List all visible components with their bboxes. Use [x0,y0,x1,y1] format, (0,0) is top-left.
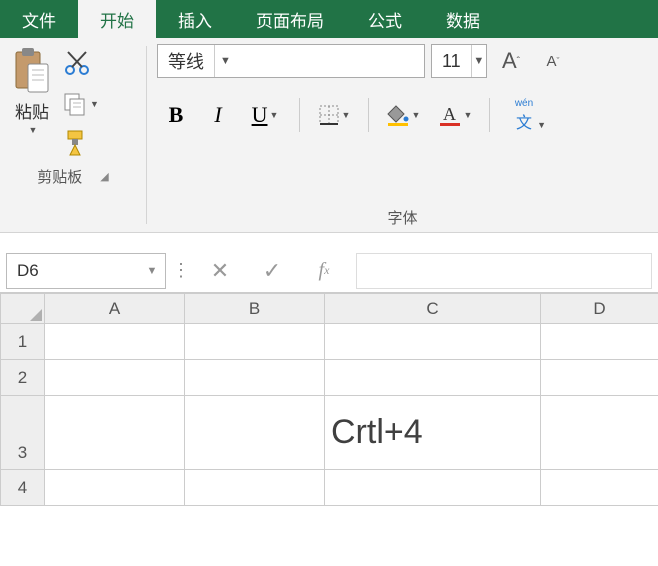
borders-button[interactable]: ▼ [310,96,358,134]
ribbon: 粘贴 ▼ [0,38,658,233]
copy-dropdown-arrow[interactable]: ▼ [90,99,99,109]
group-clipboard: 粘贴 ▼ [0,38,146,232]
paste-dropdown-arrow[interactable]: ▼ [29,125,38,135]
cell-B1[interactable] [185,324,325,360]
confirm-edit-button[interactable]: ✓ [248,253,296,289]
row-header-1[interactable]: 1 [1,324,45,360]
cell-C2[interactable] [325,360,541,396]
bold-icon: B [169,102,184,128]
cell-A2[interactable] [45,360,185,396]
cell-D3[interactable] [541,396,658,470]
italic-icon: I [214,102,221,128]
font-size-combo[interactable]: 11 ▼ [431,44,487,78]
menu-bar: 文件 开始 插入 页面布局 公式 数据 [0,0,658,38]
increase-font-button[interactable]: Aˆ [493,44,529,78]
clipboard-launcher-icon[interactable]: ◢ [100,170,108,183]
col-header-B[interactable]: B [185,294,325,324]
row-header-3[interactable]: 3 [1,396,45,470]
underline-dropdown-arrow[interactable]: ▼ [269,110,278,120]
menu-layout[interactable]: 页面布局 [234,0,346,38]
cell-D4[interactable] [541,470,658,506]
cut-button[interactable] [62,48,99,81]
formula-bar-row: D6 ▼ ⋮ ✕ ✓ fx [0,249,658,293]
cell-B2[interactable] [185,360,325,396]
format-painter-button[interactable] [62,127,99,160]
cell-D1[interactable] [541,324,658,360]
font-family-combo[interactable]: 等线 ▼ [157,44,425,78]
paste-label: 粘贴 [15,98,49,123]
fill-dropdown-arrow[interactable]: ▼ [412,110,421,120]
cell-C3[interactable]: Crtl+4 [325,396,541,470]
phonetic-char: 文 [516,109,532,133]
font-family-arrow[interactable]: ▼ [214,45,236,77]
cell-D2[interactable] [541,360,658,396]
font-color-icon: A [438,103,462,127]
fill-color-button[interactable]: ▼ [379,96,427,134]
cell-B4[interactable] [185,470,325,506]
name-box[interactable]: D6 ▼ [6,253,166,289]
menu-insert[interactable]: 插入 [156,0,234,38]
font-family-value: 等线 [158,48,214,74]
cell-C4[interactable] [325,470,541,506]
menu-file[interactable]: 文件 [0,0,78,38]
decrease-font-button[interactable]: Aˇ [535,44,571,78]
font-color-button[interactable]: A ▼ [431,96,479,134]
fill-color-icon [386,103,410,127]
copy-button[interactable]: ▼ [62,91,99,117]
cell-A3[interactable] [45,396,185,470]
phonetic-pinyin: wén [515,98,533,109]
group-font: 等线 ▼ 11 ▼ Aˆ Aˇ B I U ▼ [147,38,658,232]
col-header-D[interactable]: D [541,294,658,324]
format-painter-icon [62,127,92,157]
cancel-edit-button[interactable]: ✕ [196,253,244,289]
spreadsheet-grid: A B C D 1 2 3 Crtl+4 4 [0,293,658,506]
clipboard-paste-icon [10,44,54,96]
name-box-arrow[interactable]: ▼ [139,265,165,277]
row-header-4[interactable]: 4 [1,470,45,506]
customize-handle[interactable]: ⋮ [170,260,192,281]
borders-dropdown-arrow[interactable]: ▼ [342,110,351,120]
svg-text:A: A [443,104,456,124]
name-box-value: D6 [7,261,139,281]
cell-A4[interactable] [45,470,185,506]
cell-B3[interactable] [185,396,325,470]
underline-button[interactable]: U ▼ [241,96,289,134]
fontcolor-dropdown-arrow[interactable]: ▼ [464,110,473,120]
phonetic-dropdown-arrow[interactable]: ▼ [537,120,546,130]
cell-A1[interactable] [45,324,185,360]
menu-data[interactable]: 数据 [424,0,502,38]
formula-input[interactable] [356,253,652,289]
font-size-value: 11 [432,51,471,72]
clipboard-group-label: 剪贴板 [37,166,82,187]
copy-icon [62,91,88,117]
paste-button[interactable]: 粘贴 ▼ [10,44,54,160]
select-all-corner[interactable] [1,294,45,324]
underline-icon: U [252,102,268,128]
phonetic-button[interactable]: wén 文 ▼ [500,96,548,134]
bold-button[interactable]: B [157,96,195,134]
col-header-C[interactable]: C [325,294,541,324]
menu-formula[interactable]: 公式 [346,0,424,38]
insert-function-button[interactable]: fx [300,253,348,289]
cell-C1[interactable] [325,324,541,360]
borders-icon [318,104,340,126]
scissors-icon [62,48,92,78]
font-size-arrow[interactable]: ▼ [471,45,486,77]
col-header-A[interactable]: A [45,294,185,324]
font-group-label: 字体 [387,207,417,228]
italic-button[interactable]: I [199,96,237,134]
menu-home[interactable]: 开始 [78,0,156,38]
row-header-2[interactable]: 2 [1,360,45,396]
